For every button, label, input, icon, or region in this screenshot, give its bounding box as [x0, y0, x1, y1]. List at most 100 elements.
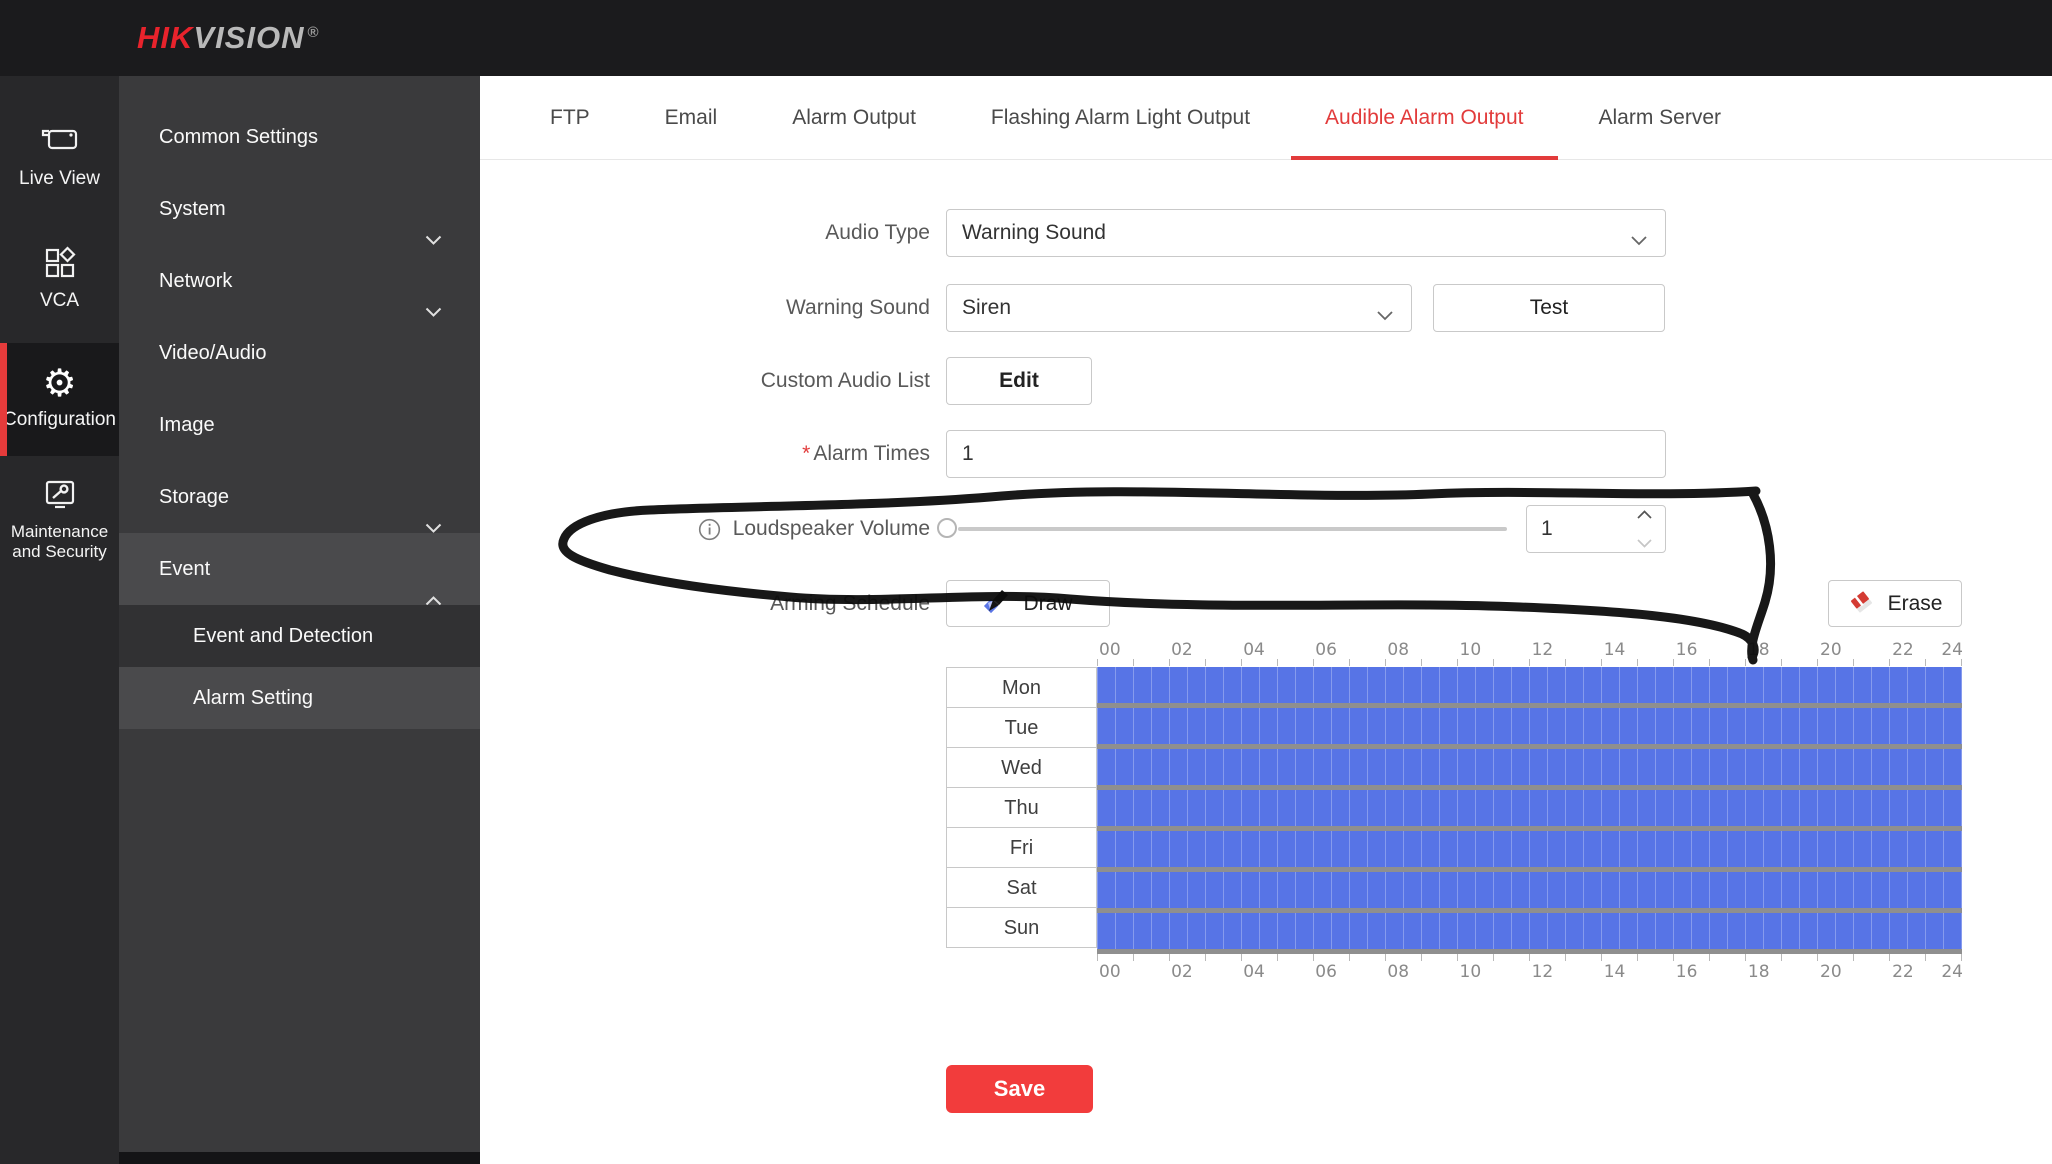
axis-ticks	[1097, 954, 1963, 961]
time-label: 14	[1604, 640, 1626, 660]
time-label: 16	[1676, 640, 1698, 660]
tab-ftp[interactable]: FTP	[550, 76, 590, 160]
tab-email[interactable]: Email	[665, 76, 718, 160]
draw-button[interactable]: Draw	[946, 580, 1110, 627]
tab-alarm-output[interactable]: Alarm Output	[792, 76, 916, 160]
schedule-bottom-axis: 00020406081012141618202224	[1097, 954, 1963, 980]
audio-type-label: Audio Type	[480, 209, 930, 257]
gear-icon: ⚙	[0, 365, 119, 403]
day-label-sun[interactable]: Sun	[946, 907, 1097, 948]
day-label-tue[interactable]: Tue	[946, 707, 1097, 748]
volume-slider-track[interactable]	[958, 527, 1507, 531]
menu-label: Alarm Setting	[193, 687, 313, 709]
alarm-times-label: *Alarm Times	[480, 430, 930, 478]
menu-bottom-strip	[119, 1152, 480, 1164]
spinner-up-icon[interactable]	[1637, 510, 1652, 519]
sidebar-label-live-view: Live View	[19, 168, 100, 189]
camera-icon	[0, 124, 119, 162]
erase-button[interactable]: Erase	[1828, 580, 1962, 627]
warning-sound-select[interactable]: Siren	[946, 284, 1412, 332]
save-button[interactable]: Save	[946, 1065, 1093, 1113]
time-label: 00	[1099, 640, 1121, 660]
logo-registered-mark: ®	[307, 24, 319, 41]
time-label: 18	[1748, 962, 1770, 982]
volume-spinner-input[interactable]	[1527, 506, 1622, 552]
eraser-icon	[1848, 587, 1876, 621]
armed-period-bar[interactable]	[1097, 913, 1962, 949]
hikvision-logo: HIKVISION®	[137, 20, 320, 56]
armed-period-bar[interactable]	[1097, 872, 1962, 908]
spinner-down-icon[interactable]	[1637, 539, 1652, 548]
tab-alarm-server[interactable]: Alarm Server	[1599, 76, 1722, 160]
sidebar-item-maintenance-security[interactable]: Maintenance and Security	[0, 478, 119, 574]
schedule-day-column: MonTueWedThuFriSatSun	[946, 667, 1097, 948]
time-label: 10	[1460, 640, 1482, 660]
alarm-times-input[interactable]	[946, 430, 1666, 478]
schedule-row-wed[interactable]	[1097, 749, 1962, 790]
test-button[interactable]: Test	[1433, 284, 1665, 332]
menu-item-system[interactable]: System	[119, 173, 480, 245]
time-label: 20	[1820, 962, 1842, 982]
pen-icon	[983, 587, 1011, 621]
menu-item-video-audio[interactable]: Video/Audio	[119, 317, 480, 389]
sidebar-item-vca[interactable]: VCA	[0, 246, 119, 320]
day-label-sat[interactable]: Sat	[946, 867, 1097, 908]
schedule-row-sat[interactable]	[1097, 872, 1962, 913]
armed-period-bar[interactable]	[1097, 749, 1962, 785]
draw-button-label: Draw	[1023, 592, 1072, 616]
warning-sound-label: Warning Sound	[480, 284, 930, 332]
tab-audible-alarm-output[interactable]: Audible Alarm Output	[1325, 76, 1523, 160]
time-label: 02	[1171, 962, 1193, 982]
menu-label: Event and Detection	[193, 625, 373, 647]
test-button-label: Test	[1530, 296, 1569, 320]
schedule-row-tue[interactable]	[1097, 708, 1962, 749]
schedule-row-thu[interactable]	[1097, 790, 1962, 831]
armed-period-bar[interactable]	[1097, 667, 1962, 703]
menu-item-storage[interactable]: Storage	[119, 461, 480, 533]
armed-period-bar[interactable]	[1097, 790, 1962, 826]
time-label: 04	[1243, 962, 1265, 982]
menu-item-network[interactable]: Network	[119, 245, 480, 317]
chevron-down-icon	[1377, 303, 1393, 327]
schedule-row-sun[interactable]	[1097, 913, 1962, 954]
tab-flashing-alarm-light-output[interactable]: Flashing Alarm Light Output	[991, 76, 1250, 160]
schedule-row-mon[interactable]	[1097, 667, 1962, 708]
sidebar-label-vca: VCA	[40, 290, 79, 311]
menu-item-event-and-detection[interactable]: Event and Detection	[119, 605, 480, 667]
volume-slider-handle[interactable]	[937, 518, 957, 538]
schedule-grid[interactable]	[1097, 667, 1962, 954]
edit-button[interactable]: Edit	[946, 357, 1092, 405]
warning-sound-value: Siren	[962, 296, 1011, 320]
config-menu: Common Settings System Network Video/Aud…	[119, 76, 480, 1164]
time-label: 00	[1099, 962, 1121, 982]
alarm-times-label-text: Alarm Times	[813, 442, 930, 465]
menu-item-image[interactable]: Image	[119, 389, 480, 461]
menu-item-alarm-setting[interactable]: Alarm Setting	[119, 667, 480, 729]
time-label: 06	[1315, 640, 1337, 660]
audio-type-select[interactable]: Warning Sound	[946, 209, 1666, 257]
tab-bar: FTP Email Alarm Output Flashing Alarm Li…	[480, 76, 2052, 160]
volume-spinner	[1526, 505, 1666, 553]
day-label-wed[interactable]: Wed	[946, 747, 1097, 788]
day-label-mon[interactable]: Mon	[946, 667, 1097, 708]
time-label: 24	[1941, 962, 1963, 982]
top-bar: HIKVISION®	[0, 0, 2052, 76]
page: HIKVISION® Live View VCA ⚙ Configuration…	[0, 0, 2052, 1164]
menu-item-event[interactable]: Event	[119, 533, 480, 605]
sidebar-label-configuration: Configuration	[3, 409, 116, 430]
schedule-row-fri[interactable]	[1097, 831, 1962, 872]
sidebar-item-configuration[interactable]: ⚙ Configuration	[0, 343, 119, 456]
armed-period-bar[interactable]	[1097, 708, 1962, 744]
sidebar-label-maintenance-security: Maintenance and Security	[11, 522, 108, 561]
armed-period-bar[interactable]	[1097, 831, 1962, 867]
sidebar-item-live-view[interactable]: Live View	[0, 124, 119, 198]
time-label: 12	[1532, 962, 1554, 982]
day-label-thu[interactable]: Thu	[946, 787, 1097, 828]
edit-button-label: Edit	[999, 369, 1039, 393]
day-label-fri[interactable]: Fri	[946, 827, 1097, 868]
menu-item-common-settings[interactable]: Common Settings	[119, 101, 480, 173]
schedule-top-axis: 00020406081012141618202224	[1097, 639, 1963, 665]
time-label: 14	[1604, 962, 1626, 982]
time-label: 04	[1243, 640, 1265, 660]
custom-audio-list-label: Custom Audio List	[480, 357, 930, 405]
